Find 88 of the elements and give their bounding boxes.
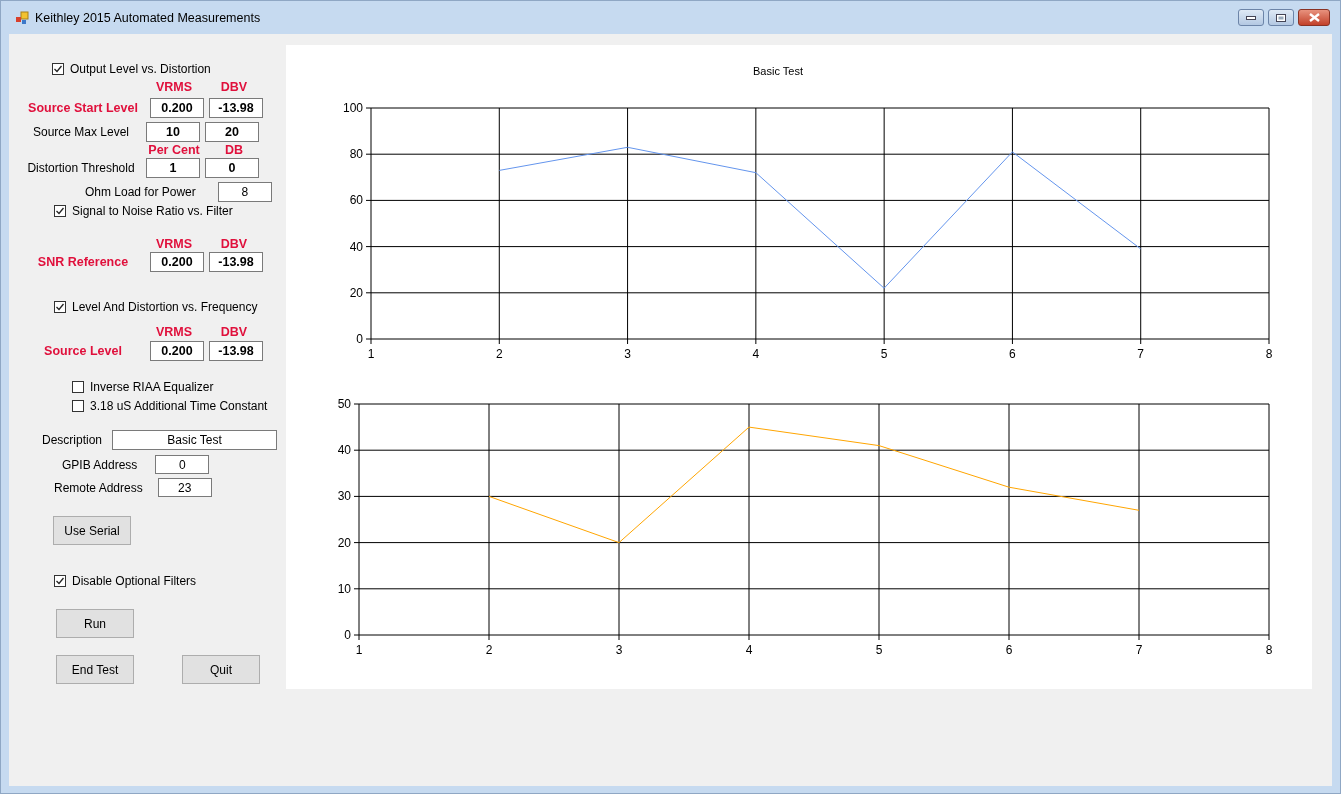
checkbox-label: 3.18 uS Additional Time Constant xyxy=(90,399,268,413)
unit-label: DBV xyxy=(219,237,249,251)
check-icon xyxy=(55,302,65,312)
action-button[interactable]: Quit xyxy=(182,655,260,684)
x-tick-label: 2 xyxy=(485,643,493,657)
x-tick-label: 3 xyxy=(624,347,631,361)
checkbox-label: Level And Distortion vs. Frequency xyxy=(72,300,258,314)
x-tick-label: 7 xyxy=(1137,347,1145,361)
y-tick-label: 20 xyxy=(337,535,351,550)
y-tick-label: 60 xyxy=(349,193,363,208)
checkbox[interactable] xyxy=(54,575,66,587)
checkbox[interactable] xyxy=(52,63,64,75)
x-tick-label: 1 xyxy=(355,643,363,657)
value-field[interactable]: 8 xyxy=(217,182,272,202)
window-title: Keithley 2015 Automated Measurements xyxy=(35,10,262,25)
check-icon xyxy=(55,576,65,586)
x-tick-label: 5 xyxy=(880,347,888,361)
x-tick-label: 7 xyxy=(1135,643,1143,657)
checkbox[interactable] xyxy=(72,400,84,412)
field-label: SNR Reference xyxy=(36,255,130,269)
x-tick-label: 8 xyxy=(1265,643,1273,657)
checkbox[interactable] xyxy=(72,381,84,393)
x-tick-label: 6 xyxy=(1009,347,1016,361)
checkbox[interactable] xyxy=(54,205,66,217)
y-tick-label: 20 xyxy=(349,285,363,300)
restore-icon xyxy=(1276,13,1286,22)
y-tick-label: 40 xyxy=(349,239,363,254)
value-field[interactable]: 0.200 xyxy=(150,98,204,118)
field-label: Ohm Load for Power xyxy=(85,185,196,199)
chart-title: Basic Test xyxy=(753,65,803,77)
text-field[interactable]: 23 xyxy=(157,478,212,497)
checkbox-label: Signal to Noise Ratio vs. Filter xyxy=(72,204,233,218)
field-label: Source Max Level xyxy=(31,125,130,139)
action-button[interactable]: Use Serial xyxy=(53,516,131,545)
text-field[interactable]: 0 xyxy=(155,455,210,474)
field-label: Distortion Threshold xyxy=(26,161,136,175)
value-field[interactable]: 0 xyxy=(205,158,259,178)
text-field[interactable]: Basic Test xyxy=(112,430,278,450)
field-label: Remote Address xyxy=(54,480,143,495)
app-icon xyxy=(15,10,29,25)
check-icon xyxy=(53,64,63,74)
value-field[interactable]: -13.98 xyxy=(209,98,263,118)
action-button[interactable]: Run xyxy=(56,609,134,638)
maximize-button[interactable] xyxy=(1268,9,1294,26)
field-label: Source Level xyxy=(43,344,123,358)
x-tick-label: 6 xyxy=(1005,643,1013,657)
x-tick-label: 4 xyxy=(752,347,760,361)
action-button[interactable]: End Test xyxy=(56,655,134,684)
x-tick-label: 4 xyxy=(745,643,753,657)
x-tick-label: 8 xyxy=(1265,347,1273,361)
value-field[interactable]: 0.200 xyxy=(150,341,204,361)
close-icon xyxy=(1308,13,1320,22)
y-tick-label: 30 xyxy=(337,489,351,504)
y-tick-label: 0 xyxy=(356,332,363,346)
value-field[interactable]: -13.98 xyxy=(209,341,263,361)
x-tick-label: 1 xyxy=(367,347,375,361)
x-tick-label: 5 xyxy=(875,643,883,657)
minimize-button[interactable] xyxy=(1238,9,1264,26)
field-label: GPIB Address xyxy=(62,457,138,472)
x-tick-label: 2 xyxy=(495,347,503,361)
checkbox-label: Output Level vs. Distortion xyxy=(70,62,211,76)
minimize-icon xyxy=(1246,15,1256,20)
value-field[interactable]: 20 xyxy=(205,122,259,142)
unit-label: VRMS xyxy=(154,80,194,94)
unit-label: VRMS xyxy=(154,325,194,339)
y-tick-label: 100 xyxy=(342,101,363,115)
y-tick-label: 0 xyxy=(344,628,351,642)
value-field[interactable]: 10 xyxy=(146,122,200,142)
y-tick-label: 40 xyxy=(337,443,351,458)
y-tick-label: 10 xyxy=(337,581,351,596)
unit-label: DBV xyxy=(219,80,249,94)
unit-label: Per Cent xyxy=(147,143,201,157)
checkbox-label: Inverse RIAA Equalizer xyxy=(90,380,214,394)
field-label: Source Start Level xyxy=(27,101,139,115)
checkbox-label: Disable Optional Filters xyxy=(72,574,197,588)
field-label: Description xyxy=(42,433,103,447)
y-tick-label: 50 xyxy=(337,397,351,411)
checkbox[interactable] xyxy=(54,301,66,313)
value-field[interactable]: 1 xyxy=(146,158,200,178)
x-tick-label: 3 xyxy=(615,643,623,657)
unit-label: VRMS xyxy=(154,237,194,251)
unit-label: DBV xyxy=(219,325,249,339)
unit-label: DB xyxy=(223,143,245,157)
value-field[interactable]: 0.200 xyxy=(150,252,204,272)
close-button[interactable] xyxy=(1298,9,1330,26)
value-field[interactable]: -13.98 xyxy=(209,252,263,272)
check-icon xyxy=(55,206,65,216)
y-tick-label: 80 xyxy=(349,147,363,162)
